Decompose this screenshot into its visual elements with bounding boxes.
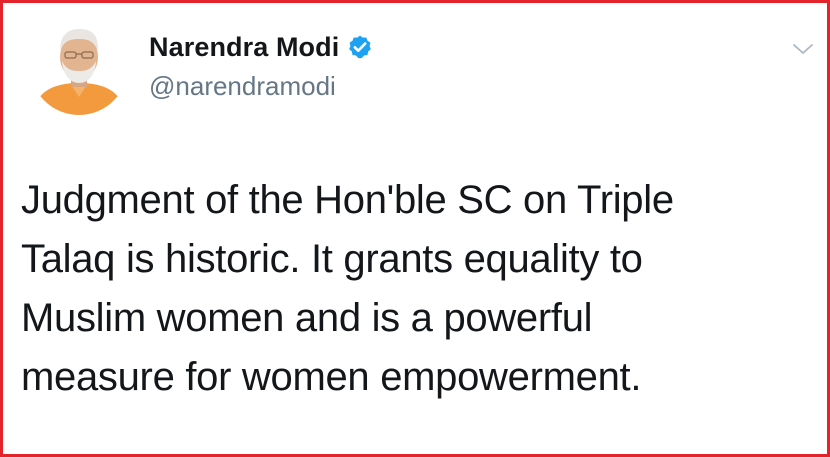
author-display-name[interactable]: Narendra Modi (149, 32, 339, 63)
tweet-text-line: Muslim women and is a powerful (21, 296, 593, 340)
verified-badge-icon (347, 34, 373, 60)
chevron-down-icon[interactable] (791, 37, 815, 61)
tweet-body: Judgment of the Hon'ble SC on Triple Tal… (21, 171, 811, 407)
author-handle[interactable]: @narendramodi (149, 71, 336, 102)
author-name-row: Narendra Modi (149, 27, 373, 67)
tweet-text-line: Judgment of the Hon'ble SC on Triple (21, 178, 674, 222)
avatar[interactable] (30, 17, 128, 115)
tweet-text-line: Talaq is historic. It grants equality to (21, 237, 643, 281)
tweet-text-line: measure for women empowerment. (21, 355, 642, 399)
avatar-photo (30, 17, 128, 115)
tweet-card: Narendra Modi @narendramodi Judgment of … (0, 0, 830, 457)
